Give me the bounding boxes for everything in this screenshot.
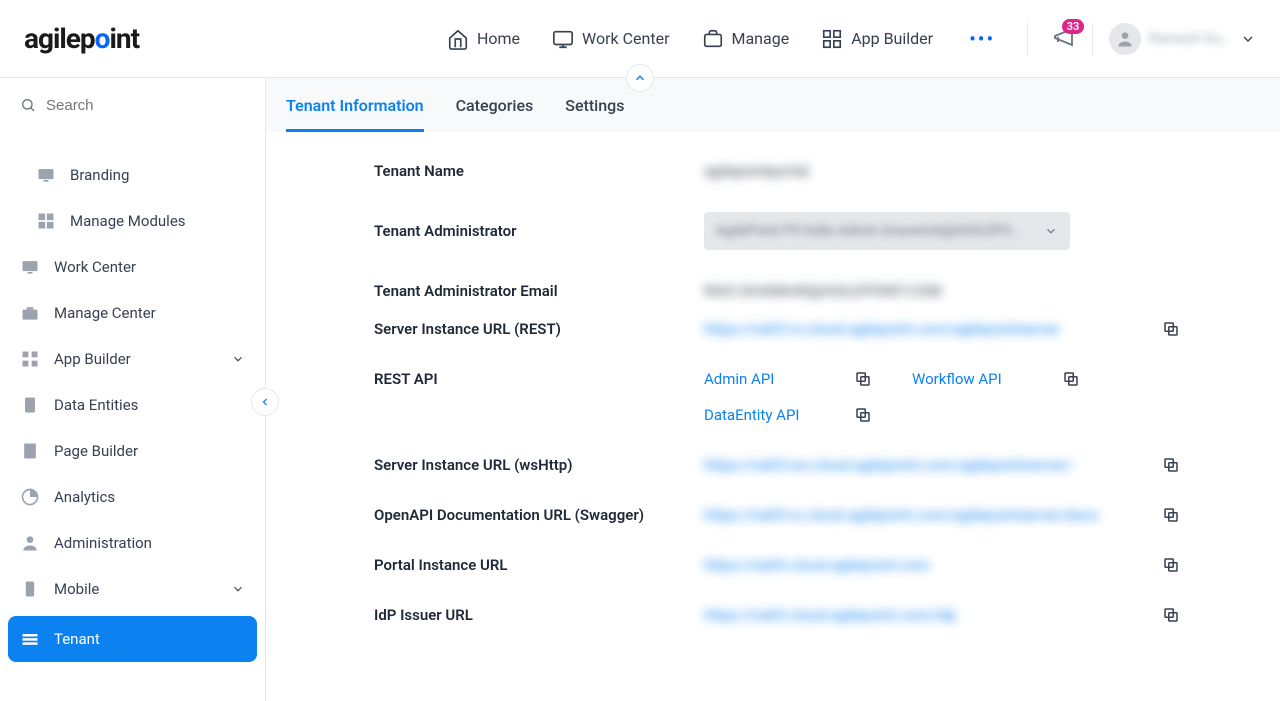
sidebar-item-modules[interactable]: Manage Modules — [0, 198, 265, 244]
link-dataentity-api[interactable]: DataEntity API — [704, 406, 834, 424]
chevron-down-icon — [231, 582, 245, 596]
grid-icon — [20, 349, 40, 369]
value-tenant-name: agilepointportal — [704, 162, 809, 180]
nav-workcenter[interactable]: Work Center — [548, 20, 673, 58]
value-wshttp[interactable]: https://na03-ws.cloud.agilepoint.com/agi… — [704, 456, 1072, 474]
mobile-icon — [20, 579, 40, 599]
collapse-sidebar-button[interactable] — [251, 388, 279, 416]
label-swagger: OpenAPI Documentation URL (Swagger) — [374, 506, 704, 524]
username: Ramesh Gu... — [1149, 31, 1232, 47]
value-rest-url[interactable]: https://na03-rs.cloud.agilepoint.com/agi… — [704, 320, 1060, 338]
sidebar-item-pagebuilder[interactable]: Page Builder — [0, 428, 265, 474]
grid-icon — [821, 28, 843, 50]
label-tenant-name: Tenant Name — [374, 162, 704, 180]
search-input[interactable] — [46, 97, 245, 114]
modules-icon — [36, 211, 56, 231]
monitor-icon — [552, 28, 574, 50]
nav-appbuilder[interactable]: App Builder — [817, 20, 937, 58]
copy-icon[interactable] — [1162, 506, 1180, 524]
nav-manage[interactable]: Manage — [698, 20, 794, 58]
nav-home[interactable]: Home — [443, 20, 524, 58]
page-icon — [20, 441, 40, 461]
chevron-down-icon — [1240, 31, 1256, 47]
copy-icon[interactable] — [1062, 370, 1080, 388]
value-swagger[interactable]: https://na03-rs.cloud.agilepoint.com/agi… — [704, 506, 1099, 524]
value-idp[interactable]: https://na03.cloud.agilepoint.com/idp — [704, 606, 957, 624]
tenant-admin-select[interactable]: AgilePoint PS India Admin (maverick@AGIL… — [704, 212, 1070, 250]
link-workflow-api[interactable]: Workflow API — [912, 370, 1042, 388]
chevron-left-icon — [259, 396, 271, 408]
notification-badge: 33 — [1062, 19, 1085, 34]
sidebar-item-branding[interactable]: Branding — [0, 152, 265, 198]
logo: agilepoint — [24, 22, 139, 55]
sidebar-item-appbuilder[interactable]: App Builder — [0, 336, 265, 382]
display-icon — [36, 165, 56, 185]
label-rest-url: Server Instance URL (REST) — [374, 320, 704, 338]
label-idp: IdP Issuer URL — [374, 606, 704, 624]
notifications[interactable]: 33 — [1052, 25, 1076, 53]
settings-icon — [20, 629, 40, 649]
label-tenant-admin: Tenant Administrator — [374, 222, 704, 240]
sidebar-item-tenant[interactable]: Tenant — [8, 616, 257, 662]
tab-settings[interactable]: Settings — [565, 96, 624, 132]
copy-icon[interactable] — [1162, 320, 1180, 338]
search-icon — [20, 96, 36, 114]
label-rest-api: REST API — [374, 370, 704, 388]
copy-icon[interactable] — [1162, 606, 1180, 624]
value-portal[interactable]: https://na03.cloud.agilepoint.com — [704, 556, 930, 574]
briefcase-icon — [702, 28, 724, 50]
link-admin-api[interactable]: Admin API — [704, 370, 834, 388]
label-portal: Portal Instance URL — [374, 556, 704, 574]
user-menu[interactable]: Ramesh Gu... — [1109, 23, 1256, 55]
sidebar-search[interactable] — [0, 78, 265, 132]
user-icon — [20, 533, 40, 553]
chevron-down-icon — [231, 352, 245, 366]
briefcase-icon — [20, 303, 40, 323]
value-tenant-email: RAVI.SHANKAR@AGILEPOINT.COM — [704, 282, 942, 300]
chevron-down-icon — [1044, 224, 1058, 238]
collapse-header-button[interactable] — [626, 64, 654, 92]
sidebar-item-analytics[interactable]: Analytics — [0, 474, 265, 520]
sidebar-item-administration[interactable]: Administration — [0, 520, 265, 566]
database-icon — [20, 395, 40, 415]
sidebar-item-dataentities[interactable]: Data Entities — [0, 382, 265, 428]
monitor-icon — [20, 257, 40, 277]
chevron-up-icon — [633, 71, 647, 85]
sidebar-item-mobile[interactable]: Mobile — [0, 566, 265, 612]
copy-icon[interactable] — [1162, 556, 1180, 574]
copy-icon[interactable] — [854, 370, 872, 388]
copy-icon[interactable] — [1162, 456, 1180, 474]
tab-categories[interactable]: Categories — [456, 96, 534, 132]
tab-tenant-info[interactable]: Tenant Information — [286, 96, 424, 132]
copy-icon[interactable] — [854, 406, 872, 424]
sidebar-item-workcenter[interactable]: Work Center — [0, 244, 265, 290]
home-icon — [447, 28, 469, 50]
sidebar-item-managecenter[interactable]: Manage Center — [0, 290, 265, 336]
nav-more[interactable]: ••• — [961, 27, 1003, 51]
pie-icon — [20, 487, 40, 507]
label-tenant-email: Tenant Administrator Email — [374, 282, 704, 300]
avatar-icon — [1109, 23, 1141, 55]
label-wshttp: Server Instance URL (wsHttp) — [374, 456, 704, 474]
